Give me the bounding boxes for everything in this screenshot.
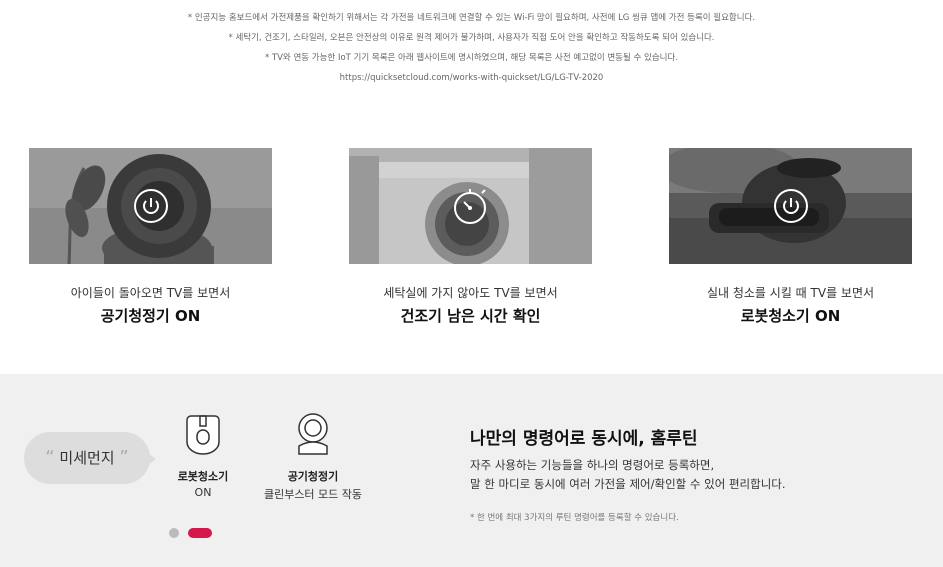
card-robot-vacuum: 실내 청소를 시킬 때 TV를 보면서 로봇청소기 ON (669, 148, 912, 326)
card-subtitle: 아이들이 돌아오면 TV를 보면서 (70, 286, 231, 300)
power-icon (133, 189, 168, 223)
device-name: 로봇청소기 (177, 470, 229, 483)
device-robot-vacuum: 로봇청소기 ON (163, 412, 243, 499)
power-icon (773, 189, 808, 223)
desc-line: 말 한 마디로 동시에 여러 가전을 제어/확인할 수 있어 편리합니다. (470, 477, 786, 491)
note-line: * 인공지능 홈보드에서 가전제품을 확인하기 위해서는 각 가전을 네트워크에… (187, 13, 756, 23)
note-line: * TV와 연동 가능한 IoT 기기 목록은 아래 웹사이트에 명시하였으며,… (264, 53, 679, 63)
device-name: 공기청정기 (287, 470, 339, 483)
desc-line: 자주 사용하는 기능들을 하나의 명령어로 등록하면, (470, 458, 715, 472)
air-purifier-icon (298, 413, 328, 455)
device-state: ON (194, 486, 212, 499)
card-title: 건조기 남은 시간 확인 (400, 307, 541, 325)
dryer-image (349, 148, 592, 264)
timer-icon (454, 189, 486, 224)
card-title: 공기청정기 ON (100, 307, 201, 325)
card-air-purifier: 아이들이 돌아오면 TV를 보면서 공기청정기 ON (29, 148, 272, 326)
card-subtitle: 세탁실에 가지 않아도 TV를 보면서 (383, 286, 558, 300)
pagination-dot-2-active[interactable] (188, 528, 212, 538)
note-url[interactable]: https://quicksetcloud.com/works-with-qui… (0, 68, 943, 88)
card-title: 로봇청소기 ON (740, 307, 841, 325)
disclaimer-notes: * 인공지능 홈보드에서 가전제품을 확인하기 위해서는 각 가전을 네트워크에… (0, 8, 943, 88)
pagination-dot-1[interactable] (169, 528, 179, 538)
device-air-purifier: 공기청정기 클린부스터 모드 작동 (248, 412, 378, 502)
robot-vacuum-image (669, 148, 912, 264)
quote-open-icon: “ (45, 447, 55, 468)
home-routine-section: “ 미세먼지 ” 로봇청소기 ON 공기청정기 클린부스터 모드 작동 나만의 … (0, 374, 943, 567)
robot-vacuum-icon (186, 415, 220, 455)
voice-command-text: 미세먼지 (59, 449, 115, 467)
section-note: * 한 번에 최대 3가지의 루틴 명령어를 등록할 수 있습니다. (470, 513, 679, 523)
section-title: 나만의 명령어로 동시에, 홈루틴 (470, 429, 698, 449)
note-line: * 세탁기, 건조기, 스타일러, 오븐은 안전상의 이유로 원격 제어가 불가… (228, 33, 715, 43)
card-dryer: 세탁실에 가지 않아도 TV를 보면서 건조기 남은 시간 확인 (349, 148, 592, 326)
quote-close-icon: ” (119, 447, 129, 468)
section-description: 자주 사용하는 기능들을 하나의 명령어로 등록하면, 말 한 마디로 동시에 … (470, 456, 786, 494)
voice-command-bubble: “ 미세먼지 ” (24, 432, 156, 484)
device-state: 클린부스터 모드 작동 (263, 488, 363, 501)
card-subtitle: 실내 청소를 시킬 때 TV를 보면서 (706, 286, 875, 300)
air-purifier-image (29, 148, 272, 264)
